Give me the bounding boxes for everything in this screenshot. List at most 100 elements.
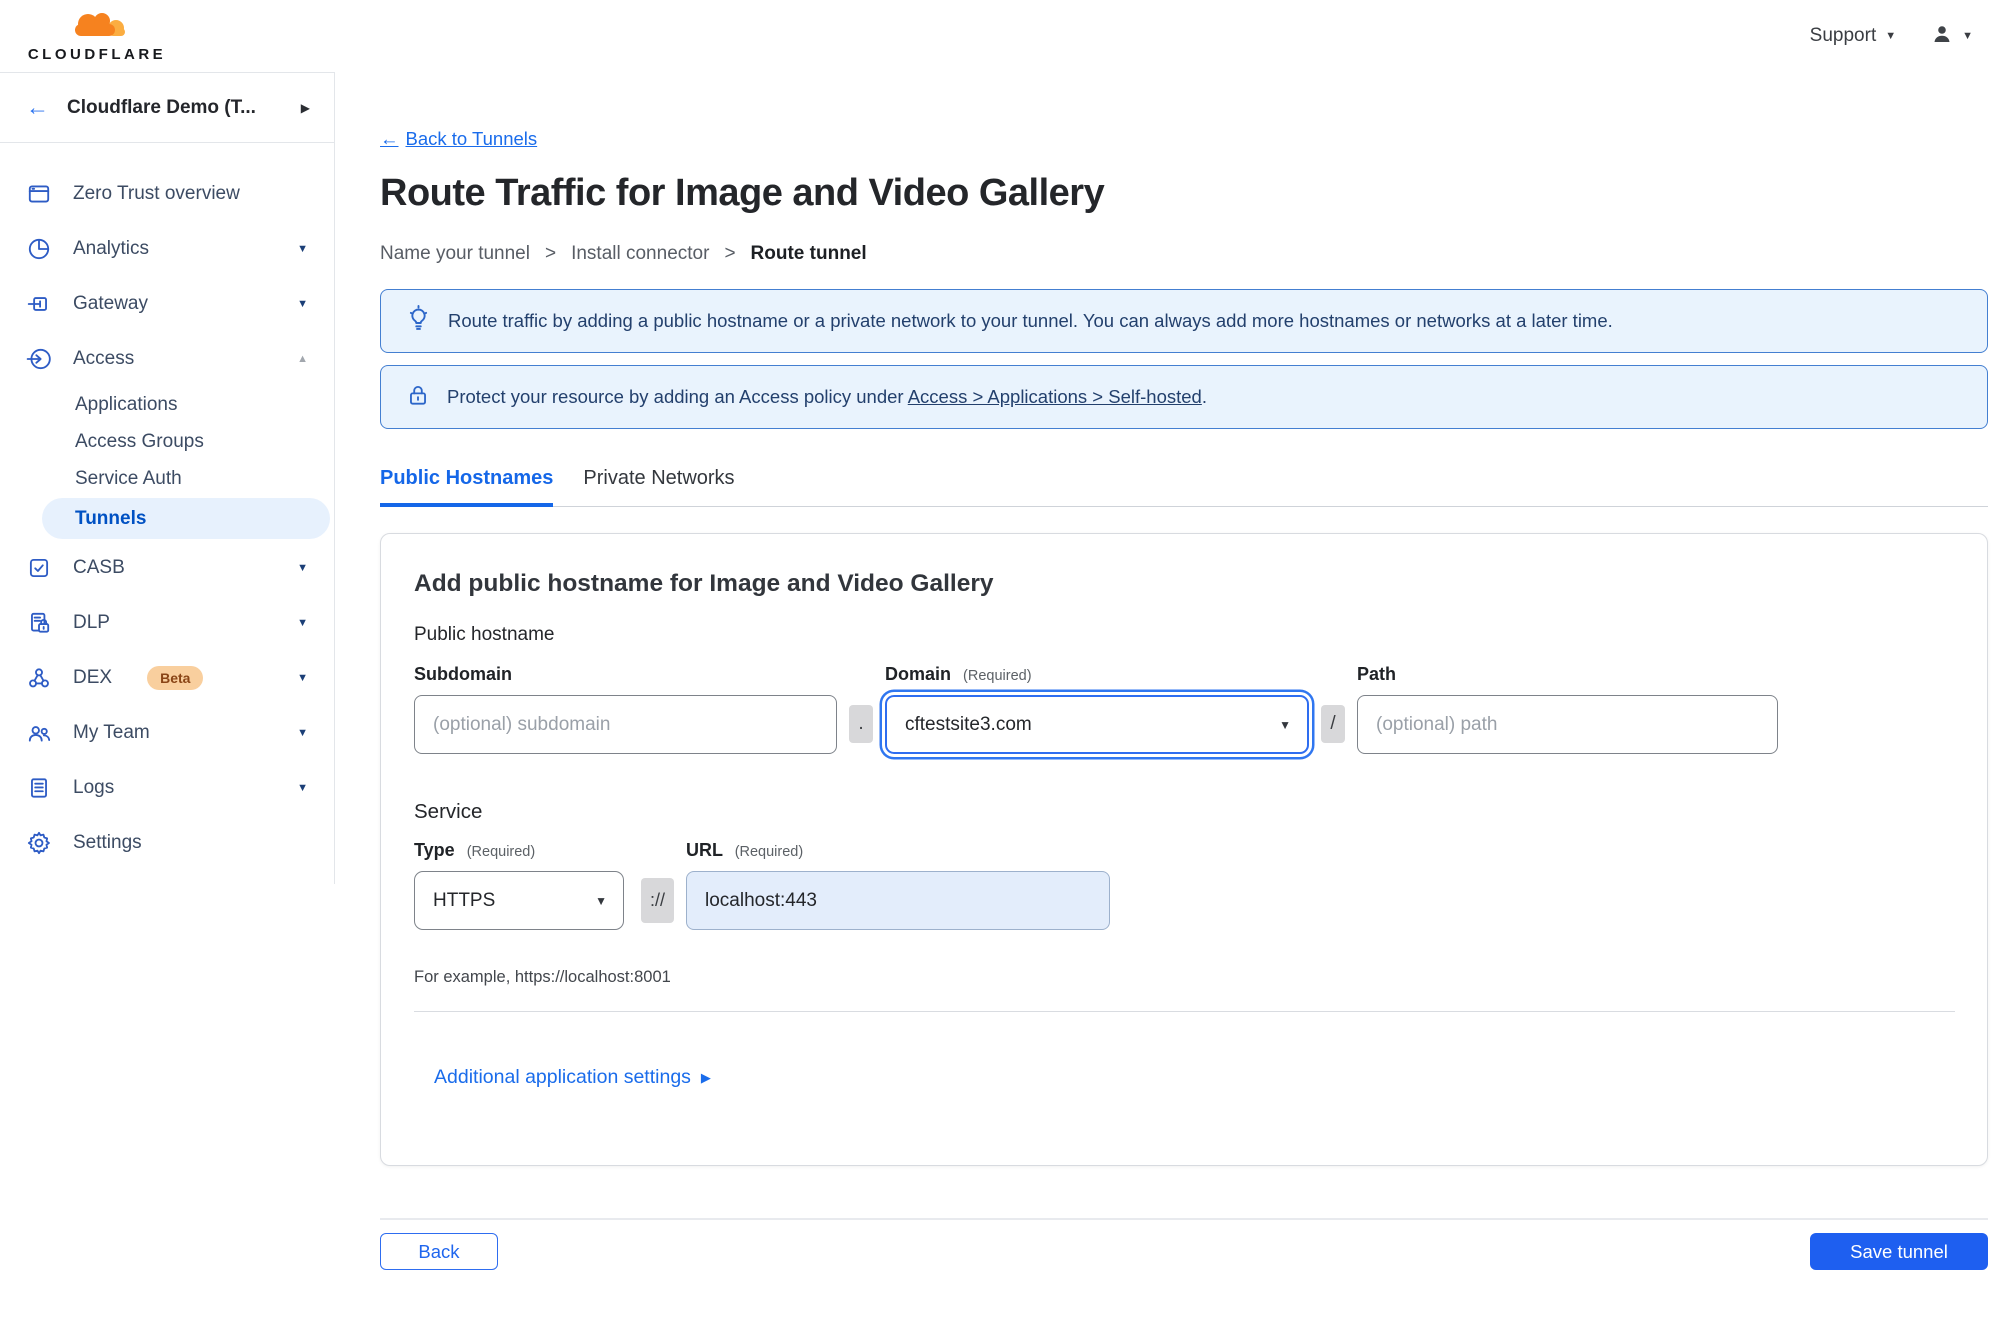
user-menu[interactable]: ▼ [1930,22,1973,51]
caret-down-icon: ▼ [297,671,308,684]
sidebar-item-label: Gateway [73,292,148,314]
overview-icon [26,181,52,207]
sidebar-item-dex[interactable]: DEX Beta ▼ [0,650,334,705]
dropdown-caret-icon: ▼ [1279,717,1291,732]
footer-actions: Back Save tunnel [380,1233,1988,1270]
sidebar-item-label: Access Groups [75,430,204,452]
sidebar-item-access-groups[interactable]: Access Groups [0,423,334,460]
dropdown-caret-icon: ▼ [595,893,607,908]
subdomain-input[interactable] [414,695,837,754]
user-icon [1930,22,1954,51]
sidebar-item-logs[interactable]: Logs ▼ [0,760,334,815]
cloudflare-cloud-icon [61,10,133,45]
dlp-icon [26,610,52,636]
hostname-tabs: Public Hostnames Private Networks [380,467,1988,507]
back-button[interactable]: Back [380,1233,498,1270]
back-arrow-icon: ← [380,128,399,149]
caret-down-icon: ▼ [297,616,308,629]
dot-separator: . [849,705,873,743]
support-menu[interactable]: Support ▼ [1810,25,1896,47]
caret-down-icon: ▼ [297,561,308,574]
public-hostname-group-label: Public hostname [414,624,555,645]
beta-badge: Beta [147,665,204,690]
back-arrow-icon: ← [26,94,49,120]
service-url-input[interactable] [686,871,1110,930]
service-type-select[interactable]: HTTPS ▼ [414,871,624,930]
tab-private-networks[interactable]: Private Networks [583,467,734,507]
card-divider [414,1011,1955,1012]
lightbulb-icon [405,305,432,337]
service-section-label: Service [414,800,483,823]
step-install-connector[interactable]: Install connector [571,243,709,265]
back-link-label: Back to Tunnels [405,128,538,149]
team-icon [26,720,52,746]
logs-icon [26,775,52,801]
caret-down-icon: ▼ [297,781,308,794]
sidebar: ← Cloudflare Demo (T... ▶ Zero Trust ove… [0,72,335,884]
sidebar-item-service-auth[interactable]: Service Auth [0,460,334,497]
disclosure-right-icon: ▶ [700,1069,711,1085]
step-separator: > [724,243,736,264]
sidebar-item-casb[interactable]: CASB ▼ [0,540,334,595]
caret-down-icon: ▼ [297,242,308,255]
sidebar-nav: Zero Trust overview Analytics ▼ Gateway … [0,143,334,870]
main-content: ← Back to Tunnels Route Traffic for Imag… [380,72,1988,1270]
lock-icon [405,382,431,413]
sidebar-item-gateway[interactable]: Gateway ▼ [0,276,334,331]
casb-icon [26,555,52,581]
footer-divider [380,1218,1988,1220]
access-banner-text: Protect your resource by adding an Acces… [447,386,1207,408]
type-required-hint: (Required) [466,844,536,860]
chevron-down-icon: ▼ [1885,30,1897,42]
tab-public-hostnames[interactable]: Public Hostnames [380,467,554,507]
path-input[interactable] [1357,695,1778,754]
cloudflare-logo[interactable]: CLOUDFLARE [26,10,168,63]
service-field-row: Type (Required) HTTPS ▼ :// URL (Require… [414,840,1955,930]
access-policy-banner: Protect your resource by adding an Acces… [380,365,1988,429]
analytics-icon [26,236,52,262]
step-route-tunnel-current: Route tunnel [750,243,867,264]
domain-required-hint: (Required) [963,668,1032,684]
sidebar-item-label: DLP [73,611,110,633]
account-switcher[interactable]: ← Cloudflare Demo (T... ▶ [0,73,334,143]
access-banner-suffix: . [1201,386,1207,407]
chevron-right-icon: ▶ [300,100,310,115]
step-separator: > [544,243,557,264]
hostname-field-row: Subdomain . Domain (Required) cftestsite… [414,664,1955,754]
additional-application-settings-link[interactable]: Additional application settings ▶ [434,1066,711,1089]
sidebar-item-applications[interactable]: Applications [0,386,334,423]
sidebar-item-label: CASB [73,556,125,578]
card-title: Add public hostname for Image and Video … [414,570,994,597]
gateway-icon [26,291,52,317]
sidebar-item-my-team[interactable]: My Team ▼ [0,705,334,760]
type-label: Type [414,840,455,860]
domain-select-value: cftestsite3.com [905,713,1032,735]
tip-banner: Route traffic by adding a public hostnam… [380,289,1988,353]
back-to-tunnels-link[interactable]: ← Back to Tunnels [380,128,537,150]
sidebar-item-settings[interactable]: Settings [0,815,334,870]
scheme-separator: :// [641,878,674,923]
url-label: URL [686,840,723,860]
sidebar-item-zero-trust-overview[interactable]: Zero Trust overview [0,166,334,221]
url-example-hint: For example, https://localhost:8001 [414,968,671,986]
access-banner-prefix: Protect your resource by adding an Acces… [447,386,904,407]
sidebar-item-label: Tunnels [75,507,147,529]
sidebar-item-tunnels-active[interactable]: Tunnels [42,498,330,539]
sidebar-item-access[interactable]: Access ▲ [0,331,334,386]
dex-icon [26,665,52,691]
sidebar-item-analytics[interactable]: Analytics ▼ [0,221,334,276]
chevron-down-icon: ▼ [1962,30,1973,42]
top-header: CLOUDFLARE Support ▼ ▼ [0,0,1999,72]
logo-wordmark: CLOUDFLARE [27,45,167,63]
caret-up-icon: ▲ [297,352,308,365]
domain-select[interactable]: cftestsite3.com ▼ [885,695,1309,754]
sidebar-item-label: Logs [73,776,115,798]
access-applications-self-hosted-link[interactable]: Access > Applications > Self-hosted [908,386,1202,407]
wizard-steps: Name your tunnel > Install connector > R… [380,243,1988,265]
account-name: Cloudflare Demo (T... [67,96,256,118]
step-name-your-tunnel[interactable]: Name your tunnel [380,243,530,265]
slash-separator: / [1321,705,1345,743]
add-hostname-card: Add public hostname for Image and Video … [380,533,1988,1166]
sidebar-item-dlp[interactable]: DLP ▼ [0,595,334,650]
save-tunnel-button[interactable]: Save tunnel [1810,1233,1988,1270]
